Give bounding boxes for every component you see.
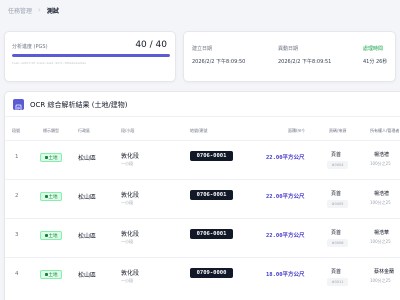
updated-label: 異動日期 bbox=[278, 46, 299, 52]
updated-date: 異動日期 2026/2/2 下午8:09:51 bbox=[278, 45, 331, 65]
document-icon bbox=[13, 99, 24, 113]
breadcrumb: 任務管理 › 測試 bbox=[8, 4, 59, 16]
subsection: 一小段 bbox=[121, 278, 133, 283]
column-header-owner[interactable]: 所有權人/管理者 bbox=[370, 128, 399, 134]
progress-card: 分析進度 (PGS) 40 / 40 task-a93d7c0f-b4e9-4a… bbox=[4, 31, 176, 82]
row-index: 1 bbox=[15, 154, 19, 160]
updated-value: 2026/2/2 下午8:09:51 bbox=[278, 59, 332, 65]
elapsed-time: 處理時間 41分 26秒 bbox=[363, 45, 387, 65]
progress-bar-fill bbox=[12, 54, 170, 57]
type-label: 土地 bbox=[48, 155, 58, 161]
progress-bar bbox=[12, 54, 170, 57]
owner-share: 100分之25 bbox=[370, 161, 391, 166]
type-badge: 土地 bbox=[40, 153, 62, 162]
land-icon bbox=[44, 234, 48, 237]
task-id: task-a93d7c0f-b4e9-4a91-9571-388e6a4a2b2… bbox=[12, 61, 87, 65]
land-icon bbox=[44, 273, 48, 276]
row-index: 2 bbox=[15, 193, 19, 199]
progress-count: 40 / 40 bbox=[135, 40, 167, 50]
type-label: 土地 bbox=[48, 194, 58, 200]
area-value: 22.00平方公尺 bbox=[266, 194, 305, 200]
section: 敦化段 bbox=[121, 192, 140, 199]
area-value: 22.00平方公尺 bbox=[266, 155, 305, 161]
progress-label: 分析進度 (PGS) bbox=[12, 44, 48, 50]
breadcrumb-current: 測試 bbox=[46, 7, 59, 15]
type-label: 土地 bbox=[48, 272, 58, 278]
section: 敦化段 bbox=[121, 270, 140, 277]
column-header-index[interactable]: 段號 bbox=[12, 128, 20, 134]
ocr-title: OCR 綜合解析結果 (土地/建物) bbox=[30, 101, 128, 109]
row-index: 4 bbox=[15, 271, 19, 277]
owner-name: 楊浩禮 bbox=[374, 191, 390, 197]
owner-name: 蔡林金蘭 bbox=[374, 269, 395, 275]
ocr-results-card: OCR 綜合解析結果 (土地/建物) 段號 標示類型 行政區 段/小段 地號/建… bbox=[4, 91, 400, 300]
land-icon bbox=[44, 156, 48, 159]
row-index: 3 bbox=[15, 232, 19, 238]
breadcrumb-separator: › bbox=[38, 6, 41, 14]
lot-number-badge: 0706-0001 bbox=[190, 151, 233, 161]
type-badge: 土地 bbox=[40, 231, 62, 240]
lot-number-badge: 0706-0001 bbox=[190, 229, 233, 239]
page-source: 頁首 bbox=[331, 269, 342, 275]
type-badge: 土地 bbox=[40, 192, 62, 201]
type-label: 土地 bbox=[48, 233, 58, 239]
created-date: 建立日期 2026/2/2 下午8:09:50 bbox=[192, 45, 245, 65]
lot-number-badge: 0709-0000 bbox=[190, 268, 233, 278]
page-source: 頁首 bbox=[331, 191, 342, 197]
owner-name: 楊浩華 bbox=[374, 230, 390, 236]
task-info-card: 建立日期 2026/2/2 下午8:09:50 異動日期 2026/2/2 下午… bbox=[183, 31, 396, 82]
owner-share: 100分之25 bbox=[370, 200, 391, 205]
table-row[interactable]: 4 土地 松山區 敦化段 一小段 0709-0000 18.00平方公尺 頁首 … bbox=[5, 257, 400, 296]
subsection: 一小段 bbox=[121, 239, 133, 244]
page-chip[interactable]: #0006 bbox=[327, 239, 348, 247]
lot-number-badge: 0706-0001 bbox=[190, 190, 233, 200]
section: 敦化段 bbox=[121, 153, 140, 160]
owner-share: 100分之25 bbox=[370, 278, 391, 283]
breadcrumb-task-management[interactable]: 任務管理 bbox=[8, 6, 32, 15]
subsection: 一小段 bbox=[121, 200, 133, 205]
district: 松山區 bbox=[78, 272, 97, 279]
ocr-header: OCR 綜合解析結果 (土地/建物) bbox=[5, 92, 400, 117]
page-chip[interactable]: #0011 bbox=[327, 278, 348, 286]
page-source: 頁首 bbox=[331, 230, 342, 236]
column-header-lot[interactable]: 地號/建號 bbox=[190, 128, 207, 134]
type-badge: 土地 bbox=[40, 270, 62, 279]
table-row[interactable]: 1 土地 松山區 敦化段 一小段 0706-0001 22.00平方公尺 頁首 … bbox=[5, 140, 400, 179]
district: 松山區 bbox=[78, 233, 97, 240]
table-row[interactable]: 2 土地 松山區 敦化段 一小段 0706-0001 22.00平方公尺 頁首 … bbox=[5, 179, 400, 218]
district: 松山區 bbox=[78, 155, 97, 162]
elapsed-value: 41分 26秒 bbox=[363, 59, 388, 65]
area-value: 18.00平方公尺 bbox=[266, 272, 305, 278]
section: 敦化段 bbox=[121, 231, 140, 238]
elapsed-label: 處理時間 bbox=[363, 46, 384, 52]
column-header-area[interactable]: 面積(m²) bbox=[288, 128, 305, 134]
column-header-section[interactable]: 段/小段 bbox=[121, 128, 134, 134]
owner-name: 楊浩禮 bbox=[374, 152, 390, 158]
area-value: 22.00平方公尺 bbox=[266, 233, 305, 239]
created-value: 2026/2/2 下午8:09:50 bbox=[192, 59, 246, 65]
subsection: 一小段 bbox=[121, 161, 133, 166]
page-chip[interactable]: #0004 bbox=[327, 161, 348, 169]
page-chip[interactable]: #0005 bbox=[327, 200, 348, 208]
column-header-page[interactable]: 頁碼/來源 bbox=[329, 128, 346, 134]
district: 松山區 bbox=[78, 194, 97, 201]
land-icon bbox=[44, 195, 48, 198]
owner-share: 100分之25 bbox=[370, 239, 391, 244]
page-source: 頁首 bbox=[331, 152, 342, 158]
created-label: 建立日期 bbox=[192, 46, 213, 52]
column-header-type[interactable]: 標示類型 bbox=[43, 128, 59, 134]
column-header-district[interactable]: 行政區 bbox=[78, 128, 90, 134]
table-row[interactable]: 3 土地 松山區 敦化段 一小段 0706-0001 22.00平方公尺 頁首 … bbox=[5, 218, 400, 257]
